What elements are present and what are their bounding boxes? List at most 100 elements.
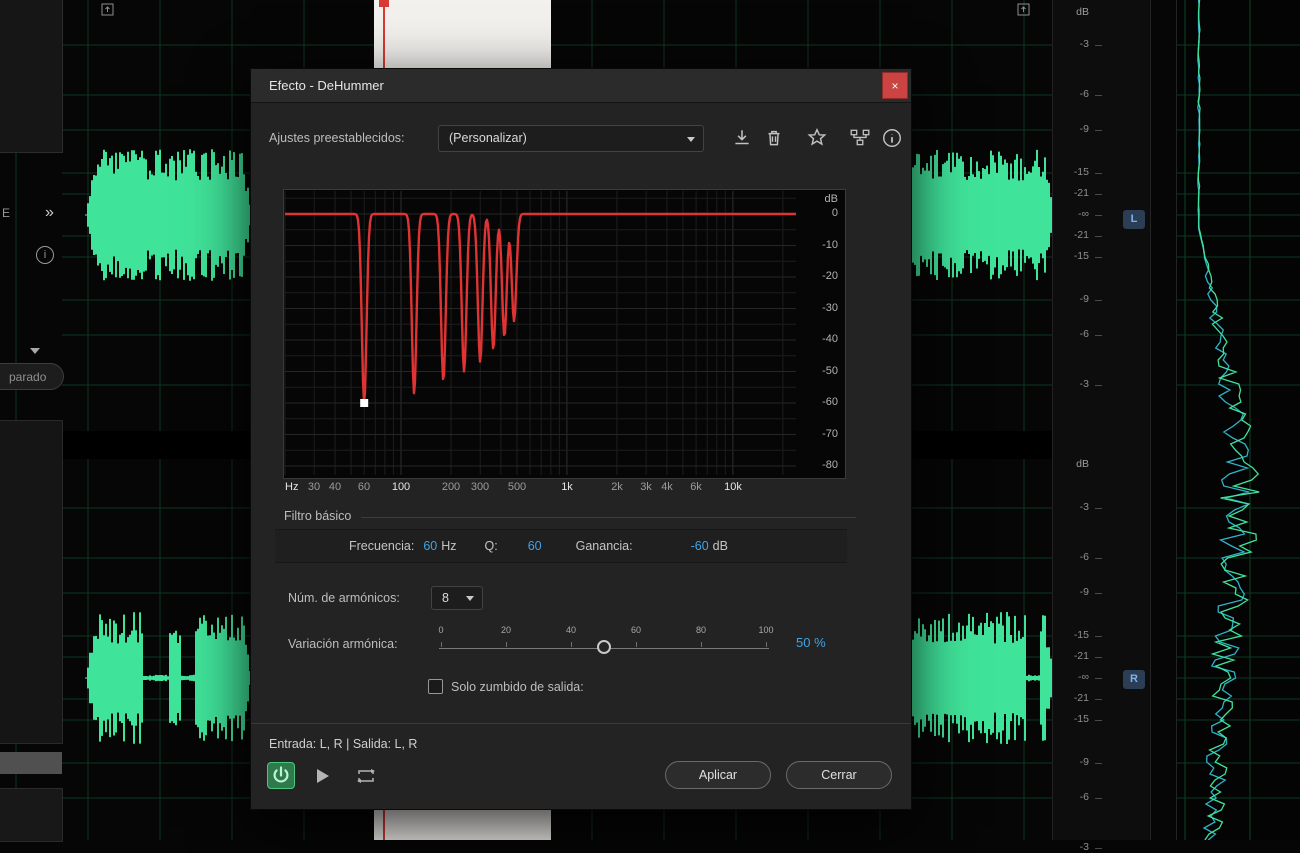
ruler-tick <box>1095 657 1102 658</box>
loop-playback-button[interactable] <box>355 765 377 787</box>
graph-x-tick: 3k <box>640 481 652 493</box>
q-value[interactable]: 60 <box>528 539 542 553</box>
basic-filter-values: Frecuencia: 60 Hz Q: 60 Ganancia: -60 dB <box>275 529 847 563</box>
presets-dropdown[interactable]: (Personalizar) <box>438 125 704 152</box>
ruler-tick-label: -21 <box>1073 187 1089 199</box>
slider-scale-label: 60 <box>630 625 641 635</box>
ruler-tick <box>1095 257 1102 258</box>
graph-x-tick: 500 <box>507 481 527 493</box>
frequency-unit: Hz <box>441 539 457 553</box>
chevron-down-icon <box>687 136 695 142</box>
graph-x-tick: 40 <box>328 481 342 493</box>
filter-response-graph[interactable]: dB 0 -10 -20 -30 -40 -50 -60 -70 -80 <box>283 189 846 479</box>
left-panel-top <box>0 0 63 153</box>
harmonics-value: 8 <box>442 591 449 605</box>
output-hum-only-label: Solo zumbido de salida: <box>451 680 584 694</box>
frequency-value[interactable]: 60 <box>423 539 437 553</box>
gain-label: Ganancia: <box>575 539 633 553</box>
footer-divider <box>251 723 911 724</box>
gain-unit: dB <box>712 539 728 553</box>
effect-power-toggle[interactable] <box>267 762 295 789</box>
dialog-title: Efecto - DeHummer <box>269 78 384 93</box>
frequency-label: Frecuencia: <box>349 539 415 553</box>
spectral-panel[interactable] <box>1177 0 1300 849</box>
chevron-down-icon <box>466 596 474 601</box>
slider-scale-tick <box>636 642 637 647</box>
graph-y-tick: -50 <box>822 365 838 377</box>
ruler-tick-label: -∞ <box>1078 671 1089 683</box>
gain-value[interactable]: -60 <box>691 539 709 553</box>
ruler-tick-label: -3 <box>1079 378 1089 390</box>
graph-x-tick: 200 <box>441 481 461 493</box>
slider-scale-tick <box>441 642 442 647</box>
ruler-tick <box>1095 798 1102 799</box>
ruler-tick <box>1095 300 1102 301</box>
harmonics-dropdown[interactable]: 8 <box>431 586 483 610</box>
horizontal-scrollbar-thumb[interactable] <box>0 752 62 774</box>
close-button[interactable]: Cerrar <box>786 761 892 789</box>
info-icon[interactable] <box>881 127 903 149</box>
ruler-tick <box>1095 678 1102 679</box>
ruler-unit-label: dB <box>1076 6 1089 18</box>
close-dialog-button[interactable]: × <box>882 72 908 99</box>
ruler-tick <box>1095 558 1102 559</box>
ruler-tick-label: -3 <box>1079 38 1089 50</box>
ruler-tick <box>1095 335 1102 336</box>
ruler-tick-label: -3 <box>1079 841 1089 853</box>
ruler-tick-label: -3 <box>1079 501 1089 513</box>
ruler-tick-label: -21 <box>1073 650 1089 662</box>
expand-panel-button[interactable]: » <box>45 204 54 222</box>
playhead-marker[interactable] <box>379 0 389 7</box>
ruler-tick-label: -9 <box>1079 123 1089 135</box>
graph-y-tick: -60 <box>822 396 838 408</box>
dehummer-dialog: Efecto - DeHummer × Ajustes preestableci… <box>250 68 912 810</box>
panel-tab-label: E <box>2 206 11 220</box>
graph-y-tick: -20 <box>822 270 838 282</box>
ruler-tick-label: -21 <box>1073 229 1089 241</box>
apply-button[interactable]: Aplicar <box>665 761 771 789</box>
graph-y-tick: -70 <box>822 428 838 440</box>
ruler-tick <box>1095 385 1102 386</box>
ruler-tick <box>1095 194 1102 195</box>
presets-label: Ajustes preestablecidos: <box>269 131 405 145</box>
slider-scale-tick <box>701 642 702 647</box>
graph-x-tick: 10k <box>724 481 742 493</box>
frequency-axis: Hz 30 40 60 100 200 300 500 1k 2k 3k 4k 6k 10k <box>283 481 846 497</box>
ruler-tick <box>1095 130 1102 131</box>
ruler-tick-label: -6 <box>1079 551 1089 563</box>
channel-badge-left[interactable]: L <box>1123 210 1145 229</box>
channel-badge-right[interactable]: R <box>1123 670 1145 689</box>
graph-x-tick: 300 <box>470 481 490 493</box>
ruler-tick <box>1095 173 1102 174</box>
chevron-down-icon[interactable] <box>30 348 40 354</box>
ruler-tick <box>1095 95 1102 96</box>
ruler-tick-label: -15 <box>1073 629 1089 641</box>
output-hum-only-checkbox[interactable] <box>428 679 443 694</box>
preview-play-button[interactable] <box>311 765 333 787</box>
io-status-text: Entrada: L, R | Salida: L, R <box>269 737 418 751</box>
ruler-tick-label: -9 <box>1079 586 1089 598</box>
group-label: Filtro básico <box>284 509 352 523</box>
dialog-titlebar[interactable]: Efecto - DeHummer × <box>251 69 911 103</box>
favorite-icon[interactable] <box>806 127 828 149</box>
slider-scale-label: 20 <box>500 625 511 635</box>
delete-preset-icon[interactable] <box>763 127 785 149</box>
ruler-tick <box>1095 699 1102 700</box>
ruler-tick-label: -15 <box>1073 250 1089 262</box>
info-icon[interactable]: i <box>36 246 54 264</box>
graph-x-tick: 2k <box>611 481 623 493</box>
panel-menu-icon[interactable] <box>101 3 114 16</box>
variation-slider-knob[interactable] <box>597 640 611 654</box>
routing-icon[interactable] <box>849 127 871 149</box>
graph-x-tick: 30 <box>307 481 321 493</box>
slider-scale-label: 40 <box>565 625 576 635</box>
graph-x-tick: 4k <box>661 481 673 493</box>
variation-value[interactable]: 50 % <box>796 635 826 650</box>
panel-menu-icon[interactable] <box>1017 3 1030 16</box>
transport-status-label[interactable]: parado <box>0 363 64 390</box>
panel-divider <box>1150 0 1151 840</box>
ruler-tick <box>1095 636 1102 637</box>
ruler-tick-label: -6 <box>1079 791 1089 803</box>
ruler-tick-label: -∞ <box>1078 208 1089 220</box>
save-preset-icon[interactable] <box>731 127 753 149</box>
